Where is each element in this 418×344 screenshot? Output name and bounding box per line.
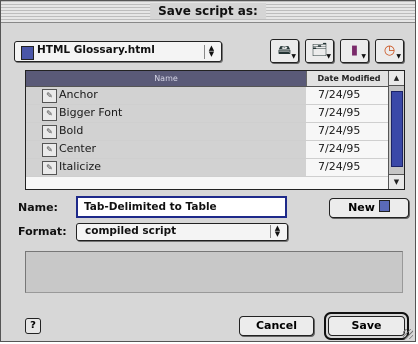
file-name: Center [59, 142, 97, 155]
script-file-icon: ✎ [42, 107, 57, 121]
script-file-icon: ✎ [42, 125, 57, 139]
list-item[interactable]: ✎ Bigger Font 7/24/95 [26, 105, 390, 123]
recent-items-button[interactable]: ◷ ▼ [375, 39, 404, 63]
document-icon [21, 46, 34, 60]
clock-icon: ◷ [383, 43, 396, 58]
recent-folders-button[interactable]: 🗂 ▼ [305, 39, 334, 63]
new-button-label: New [348, 201, 375, 214]
desktop-button[interactable]: 🖴 ▼ [270, 39, 299, 63]
save-dialog: Save script as: HTML Glossary.html ▲ ▼ 🖴 ▼… [0, 0, 416, 342]
new-folder-button[interactable]: New [329, 198, 409, 218]
file-name: Bigger Font [59, 106, 123, 119]
dialog-title: Save script as: [150, 3, 266, 19]
list-item[interactable]: ✎ Italicize 7/24/95 [26, 159, 390, 177]
chevron-down-icon: ▼ [326, 53, 331, 60]
scroll-down-arrow-icon[interactable]: ▼ [389, 174, 404, 189]
chevron-down-icon: ▼ [396, 53, 401, 60]
file-rows: ✎ Anchor 7/24/95 ✎ Bigger Font 7/24/95 ✎… [26, 87, 390, 177]
vertical-scrollbar[interactable]: ▲ ▼ [388, 71, 404, 189]
file-date: 7/24/95 [318, 88, 361, 101]
chevron-updown-icon: ▲ ▼ [270, 225, 284, 238]
help-button[interactable]: ? [25, 318, 41, 334]
file-name: Italicize [59, 160, 102, 173]
file-date: 7/24/95 [318, 160, 361, 173]
file-name: Anchor [59, 88, 98, 101]
folder-popup[interactable]: HTML Glossary.html ▲ ▼ [14, 41, 222, 62]
file-name: Bold [59, 124, 84, 137]
help-icon: ? [30, 320, 36, 331]
list-header: Name Date Modified [26, 71, 404, 87]
favorites-button[interactable]: ▮ ▼ [340, 39, 369, 63]
name-field[interactable]: Tab-Delimited to Table [76, 196, 287, 218]
save-button[interactable]: Save [328, 316, 405, 336]
chevron-updown-icon: ▲ ▼ [204, 45, 218, 59]
script-file-icon: ✎ [42, 161, 57, 175]
file-date: 7/24/95 [318, 142, 361, 155]
list-item[interactable]: ✎ Anchor 7/24/95 [26, 87, 390, 105]
name-label: Name: [18, 201, 58, 214]
chevron-down-icon: ▼ [291, 53, 296, 60]
file-date: 7/24/95 [318, 124, 361, 137]
cancel-button[interactable]: Cancel [239, 316, 314, 336]
script-file-icon: ✎ [42, 143, 57, 157]
column-header-date-modified[interactable]: Date Modified [306, 71, 391, 86]
column-header-name[interactable]: Name [26, 71, 306, 86]
format-popup[interactable]: compiled script ▲ ▼ [76, 223, 288, 241]
file-date: 7/24/95 [318, 106, 361, 119]
scroll-up-arrow-icon[interactable]: ▲ [389, 71, 404, 86]
folder-icon: 🗂 [311, 43, 328, 58]
scroll-thumb[interactable] [391, 91, 403, 167]
desktop-icon: 🖴 [277, 43, 292, 58]
list-item[interactable]: ✎ Center 7/24/95 [26, 141, 390, 159]
format-label: Format: [18, 225, 67, 238]
file-list[interactable]: Name Date Modified ✎ Anchor 7/24/95 ✎ Bi… [25, 70, 405, 190]
resize-grip-icon[interactable] [403, 329, 413, 339]
script-file-icon: ✎ [42, 89, 57, 103]
chevron-down-icon: ▼ [361, 53, 366, 60]
title-bar[interactable]: Save script as: [1, 1, 415, 23]
favorites-icon: ▮ [350, 43, 359, 58]
folder-popup-label: HTML Glossary.html [37, 44, 155, 56]
list-item[interactable]: ✎ Bold 7/24/95 [26, 123, 390, 141]
folder-icon [378, 200, 390, 212]
format-popup-label: compiled script [85, 225, 177, 237]
description-area[interactable] [25, 251, 403, 293]
